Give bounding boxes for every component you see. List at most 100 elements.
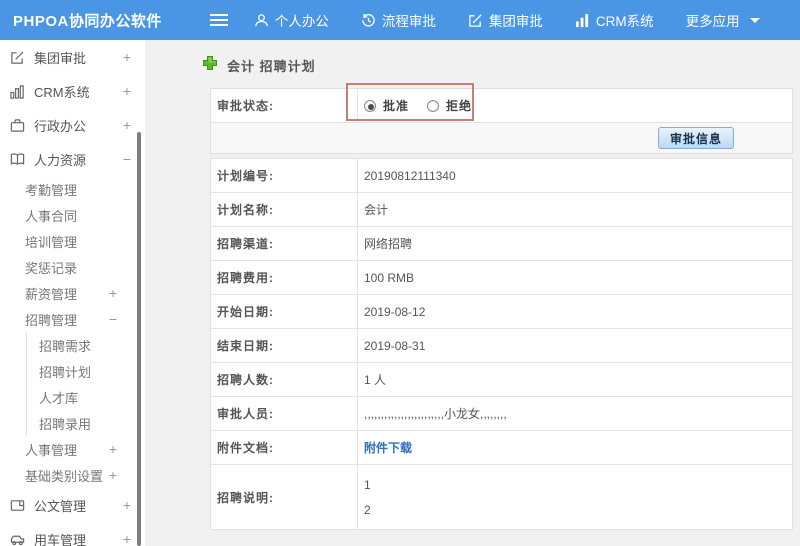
sidebar-item-label: 招聘录用 xyxy=(39,416,92,432)
sidebar-item-label: 人事合同 xyxy=(25,208,78,224)
field-label: 招聘渠道: xyxy=(211,227,358,260)
sidebar: 集团审批 + CRM系统 + 行政办公 + 人力资源 − 考勤管理 人事合同 培… xyxy=(0,40,145,546)
field-label: 附件文档: xyxy=(211,431,358,464)
hamburger-menu-icon[interactable] xyxy=(209,13,228,27)
car-icon xyxy=(10,532,25,546)
sidebar-item-label: 行政办公 xyxy=(34,118,87,134)
field-row-headcount: 招聘人数: 1 人 xyxy=(211,363,792,397)
collapse-icon[interactable]: − xyxy=(109,311,117,327)
expand-icon[interactable]: + xyxy=(109,441,117,457)
field-label: 计划编号: xyxy=(211,159,358,192)
field-label: 结束日期: xyxy=(211,329,358,362)
field-value: ,,,,,,,,,,,,,,,,,,,,,,,,小龙女,,,,,,,, xyxy=(364,407,507,421)
menu-group-approval[interactable]: 集团审批 xyxy=(468,10,543,30)
radio-approve[interactable] xyxy=(364,99,376,112)
sidebar-item-rewards[interactable]: 奖惩记录 xyxy=(0,254,145,280)
menu-label: 更多应用 xyxy=(685,14,740,29)
menu-more-apps[interactable]: 更多应用 xyxy=(686,10,760,30)
sidebar-item-salary[interactable]: 薪资管理 + xyxy=(0,280,145,306)
page-header: 会计 招聘计划 xyxy=(202,55,316,76)
expand-icon[interactable]: + xyxy=(123,83,131,99)
sidebar-item-label: 用车管理 xyxy=(34,532,87,546)
sidebar-item-label: 培训管理 xyxy=(25,234,78,250)
collapse-icon[interactable]: − xyxy=(123,151,131,167)
expand-icon[interactable]: + xyxy=(123,49,131,65)
approval-radio-group: 批准 拒绝 xyxy=(364,97,472,114)
attachment-download-link[interactable]: 附件下载 xyxy=(364,439,412,456)
expand-icon[interactable]: + xyxy=(109,467,117,483)
app-logo: PHPOA协同办公软件 xyxy=(13,12,162,30)
page-title: 会计 招聘计划 xyxy=(227,59,316,74)
sidebar-item-base-category[interactable]: 基础类别设置 + xyxy=(0,462,145,488)
sidebar-item-talent-pool[interactable]: 人才库 xyxy=(27,384,145,410)
sidebar-item-recruit-demand[interactable]: 招聘需求 xyxy=(27,332,145,358)
sidebar-item-recruit-mgmt[interactable]: 招聘管理 − xyxy=(0,306,145,332)
field-label: 审批状态: xyxy=(211,89,358,122)
sidebar-item-label: 公文管理 xyxy=(34,498,87,514)
sidebar-item-label: 奖惩记录 xyxy=(25,260,78,276)
radio-reject[interactable] xyxy=(427,99,440,112)
field-value: 100 RMB xyxy=(364,270,415,285)
sidebar-item-label: 招聘需求 xyxy=(39,338,92,354)
sidebar-item-hr-contract[interactable]: 人事合同 xyxy=(0,202,145,228)
field-label: 开始日期: xyxy=(211,295,358,328)
field-value: 网络招聘 xyxy=(364,237,413,251)
sidebar-item-group-approval[interactable]: 集团审批 + xyxy=(0,40,145,74)
history-icon xyxy=(361,13,376,28)
sidebar-item-label: 人才库 xyxy=(39,390,79,406)
expand-icon[interactable]: + xyxy=(123,117,131,133)
field-row-approvers: 审批人员: ,,,,,,,,,,,,,,,,,,,,,,,,小龙女,,,,,,,… xyxy=(211,397,792,431)
menu-process-approval[interactable]: 流程审批 xyxy=(361,10,436,30)
menu-label: 集团审批 xyxy=(488,14,543,29)
field-label: 审批人员: xyxy=(211,397,358,430)
sidebar-item-label: 人事管理 xyxy=(25,442,78,458)
sidebar-item-recruit-hire[interactable]: 招聘录用 xyxy=(27,410,145,436)
approve-option[interactable]: 批准 xyxy=(364,97,409,114)
reject-option[interactable]: 拒绝 xyxy=(427,97,472,114)
sidebar-item-admin-office[interactable]: 行政办公 + xyxy=(0,108,145,142)
sidebar-item-recruit-plan[interactable]: 招聘计划 xyxy=(27,358,145,384)
field-value: 20190812111340 xyxy=(364,168,456,183)
approval-panel: 审批状态: 批准 拒绝 审批信息 xyxy=(210,88,793,154)
sidebar-scrollbar[interactable] xyxy=(137,132,141,546)
menu-label: 流程审批 xyxy=(381,14,436,29)
expand-icon[interactable]: + xyxy=(109,285,117,301)
sidebar-item-documents[interactable]: 公文管理 + xyxy=(0,488,145,522)
sidebar-item-crm[interactable]: CRM系统 + xyxy=(0,74,145,108)
top-menu: 个人办公 流程审批 集团审批 CRM系统 更多应用 xyxy=(254,10,760,30)
sidebar-item-personnel-mgmt[interactable]: 人事管理 + xyxy=(0,436,145,462)
approval-status-row: 审批状态: 批准 拒绝 xyxy=(211,89,792,123)
topbar: PHPOA协同办公软件 个人办公 流程审批 集团审批 CRM系统 更多应用 xyxy=(0,0,800,40)
add-icon[interactable] xyxy=(202,55,218,76)
menu-crm-system[interactable]: CRM系统 xyxy=(575,10,654,30)
sidebar-item-label: 招聘计划 xyxy=(39,364,92,380)
person-icon xyxy=(254,13,269,28)
edit-icon xyxy=(10,50,25,65)
sidebar-item-human-resources[interactable]: 人力资源 − xyxy=(0,142,145,176)
expand-icon[interactable]: + xyxy=(123,497,131,513)
radio-label: 批准 xyxy=(383,99,410,113)
field-row-start-date: 开始日期: 2019-08-12 xyxy=(211,295,792,329)
field-row-cost: 招聘费用: 100 RMB xyxy=(211,261,792,295)
sidebar-item-attendance[interactable]: 考勤管理 xyxy=(0,176,145,202)
field-row-channel: 招聘渠道: 网络招聘 xyxy=(211,227,792,261)
sidebar-item-label: 薪资管理 xyxy=(25,286,78,302)
sidebar-item-label: 人力资源 xyxy=(34,152,87,168)
field-label: 招聘人数: xyxy=(211,363,358,396)
approval-info-button[interactable]: 审批信息 xyxy=(657,127,734,149)
expand-icon[interactable]: + xyxy=(123,531,131,546)
sidebar-item-vehicle[interactable]: 用车管理 + xyxy=(0,522,145,546)
sidebar-item-label: 招聘管理 xyxy=(25,312,78,328)
field-label: 计划名称: xyxy=(211,193,358,226)
field-row-attachment: 附件文档: 附件下载 xyxy=(211,431,792,465)
menu-label: 个人办公 xyxy=(274,14,329,29)
main-content: 会计 招聘计划 审批状态: 批准 拒绝 审批信息 计划编号: 201908121… xyxy=(145,40,800,546)
book-icon xyxy=(10,152,25,167)
field-label: 招聘费用: xyxy=(211,261,358,294)
chart-icon xyxy=(575,13,590,28)
menu-label: CRM系统 xyxy=(595,14,654,29)
field-row-end-date: 结束日期: 2019-08-31 xyxy=(211,329,792,363)
sidebar-item-training[interactable]: 培训管理 xyxy=(0,228,145,254)
menu-personal-office[interactable]: 个人办公 xyxy=(254,10,329,30)
description-line: 2 xyxy=(364,502,371,517)
